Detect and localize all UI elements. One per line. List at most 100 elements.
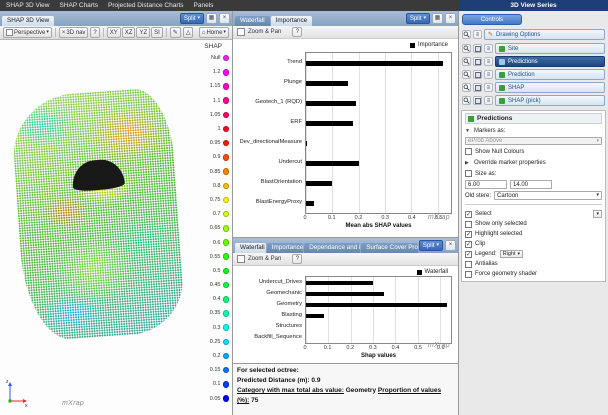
- help-button[interactable]: ?: [292, 27, 302, 37]
- menu-item-shap-charts[interactable]: SHAP Charts: [59, 2, 98, 9]
- layer-icon: [499, 46, 505, 52]
- tab-surface-cover-prob[interactable]: Surface Cover Prob: [361, 243, 418, 253]
- y-axis-labels: Undercut_DrivesGeomechanicGeometryBlasti…: [235, 276, 305, 344]
- checkbox-show-null-colours[interactable]: [465, 148, 472, 155]
- charts-column: WaterfallImportance Split ▾ ▦ × Zoom & P…: [233, 11, 459, 415]
- zoom-icon[interactable]: [462, 44, 471, 53]
- size-max-field[interactable]: 14.00: [510, 180, 552, 189]
- series-item-shap-pick[interactable]: SHAP (pick): [495, 95, 605, 106]
- menubar: SHAP 3D View SHAP Charts Projected Distanc…: [0, 0, 459, 11]
- checkbox-highlight-selected[interactable]: ✓: [465, 231, 472, 238]
- checkbox-size-as[interactable]: [465, 170, 472, 177]
- tab-importance[interactable]: Importance: [267, 243, 304, 253]
- close-icon[interactable]: ×: [445, 13, 456, 24]
- select-options-dropdown[interactable]: ▾: [593, 210, 602, 218]
- style-dropdown[interactable]: Cartoon ▾: [494, 191, 602, 200]
- legend-dot: [223, 83, 230, 90]
- layout-icon[interactable]: ▦: [432, 13, 443, 24]
- legend-dropdown[interactable]: Right▾: [500, 250, 523, 258]
- controls-button[interactable]: Controls: [462, 14, 522, 25]
- expand-icon[interactable]: ▼: [465, 128, 471, 134]
- markers-as-dropdown[interactable]: eProb Above ▾: [465, 137, 602, 145]
- perspective-dropdown[interactable]: Perspective ▾: [3, 27, 52, 38]
- checkbox-select[interactable]: ✓: [465, 211, 472, 218]
- legend-value: 1.1: [213, 98, 221, 104]
- waterfall-tabbar: WaterfallImportanceDependance and inSurf…: [233, 238, 458, 253]
- legend-entry: 0.05: [199, 392, 231, 406]
- legend-dot: [223, 140, 230, 147]
- menu-icon[interactable]: ≡: [473, 30, 482, 39]
- menu-icon[interactable]: ≡: [484, 70, 493, 79]
- legend-entry: 0.95: [199, 136, 231, 150]
- menu-item-panels[interactable]: Panels: [194, 2, 214, 9]
- category-label-blastenergyproxy: BlastEnergyProxy: [235, 192, 305, 212]
- view-button-xz[interactable]: XZ: [122, 27, 136, 38]
- zoom-icon[interactable]: [462, 96, 471, 105]
- zoom-pan-checkbox[interactable]: [237, 255, 245, 263]
- help-button[interactable]: ?: [292, 254, 302, 264]
- legend-title: SHAP: [199, 43, 231, 50]
- size-min-field[interactable]: 6.00: [465, 180, 507, 189]
- checkbox-legend[interactable]: ✓: [465, 251, 472, 258]
- checkbox-force-geometry-shader[interactable]: [465, 271, 472, 278]
- viewport-3d[interactable]: SHAP Null1.21.151.11.0510.950.90.850.80.…: [0, 40, 232, 415]
- plot-area: [305, 52, 452, 214]
- view-button-si[interactable]: SI: [151, 27, 163, 38]
- drawing-options-button[interactable]: ✎ Drawing Options: [484, 29, 605, 40]
- info-category: Category with max total abs value: Geome…: [237, 386, 454, 406]
- zoom-icon[interactable]: [462, 57, 471, 66]
- split-button[interactable]: Split ▾: [419, 240, 443, 251]
- tab-importance[interactable]: Importance: [271, 16, 313, 26]
- edit-icon[interactable]: ✎: [170, 27, 181, 38]
- zoom-pan-checkbox[interactable]: [237, 28, 245, 36]
- series-item-prediction[interactable]: Prediction: [495, 69, 605, 80]
- series-item-predictions[interactable]: Predictions: [495, 56, 605, 67]
- series-item-site[interactable]: Site: [495, 43, 605, 54]
- legend-entry: 0.9: [199, 150, 231, 164]
- zoom-icon[interactable]: [462, 30, 471, 39]
- x-tick: 0.2: [355, 215, 363, 221]
- visibility-icon[interactable]: [473, 44, 482, 53]
- menu-icon[interactable]: ≡: [484, 44, 493, 53]
- tab-waterfall[interactable]: Waterfall: [235, 16, 270, 26]
- help-button[interactable]: ?: [90, 27, 99, 38]
- menu-item-shap-3d-view[interactable]: SHAP 3D View: [6, 2, 49, 9]
- predictions-properties: Predictions ▼ Markers as: eProb Above ▾ …: [461, 110, 606, 282]
- tab-waterfall[interactable]: Waterfall: [235, 243, 266, 253]
- zoom-icon[interactable]: [462, 70, 471, 79]
- checkbox-show-only-selected[interactable]: [465, 221, 472, 228]
- zoom-icon[interactable]: [462, 83, 471, 92]
- home-button[interactable]: ⌂ Home ▾: [199, 27, 229, 38]
- menu-icon[interactable]: ≡: [484, 96, 493, 105]
- view-series-panel: Controls ≡ ✎ Drawing Options ≡Site≡Predi…: [459, 11, 608, 415]
- menu-icon[interactable]: ≡: [484, 57, 493, 66]
- view-preset-buttons: XYXZYZSI: [107, 27, 163, 38]
- series-item-shap[interactable]: SHAP: [495, 82, 605, 93]
- split-button[interactable]: Split ▾: [406, 13, 430, 24]
- view-button-xy[interactable]: XY: [107, 27, 121, 38]
- visibility-icon[interactable]: [473, 96, 482, 105]
- menu-item-projected-distance-charts[interactable]: Projected Distance Charts: [108, 2, 184, 9]
- view-button-yz[interactable]: YZ: [136, 27, 150, 38]
- visibility-icon[interactable]: [473, 57, 482, 66]
- legend-entry: 0.75: [199, 193, 231, 207]
- predicted-distance-value: 0.9: [311, 377, 320, 384]
- split-button[interactable]: Split ▾: [180, 13, 204, 24]
- collapse-icon[interactable]: ▶: [465, 160, 471, 166]
- category-label-blasting: Blasting: [235, 309, 305, 320]
- close-icon[interactable]: ×: [445, 240, 456, 251]
- checkbox-label: Antialias: [475, 261, 498, 267]
- plane-tool-icon[interactable]: △: [183, 27, 194, 38]
- 3d-nav-button[interactable]: × 3D nav: [59, 27, 89, 38]
- tab-dependance-and-in[interactable]: Dependance and in: [304, 243, 360, 253]
- tab-shap-3d-view[interactable]: SHAP 3D View: [2, 16, 54, 26]
- close-icon[interactable]: ×: [219, 13, 230, 24]
- series-item-label: SHAP (pick): [508, 98, 541, 104]
- menu-icon[interactable]: ≡: [484, 83, 493, 92]
- layout-icon[interactable]: ▦: [206, 13, 217, 24]
- checkbox-clip[interactable]: ✓: [465, 241, 472, 248]
- visibility-icon[interactable]: [473, 83, 482, 92]
- visibility-icon[interactable]: [473, 70, 482, 79]
- layer-icon: [499, 85, 505, 91]
- checkbox-antialias[interactable]: [465, 261, 472, 268]
